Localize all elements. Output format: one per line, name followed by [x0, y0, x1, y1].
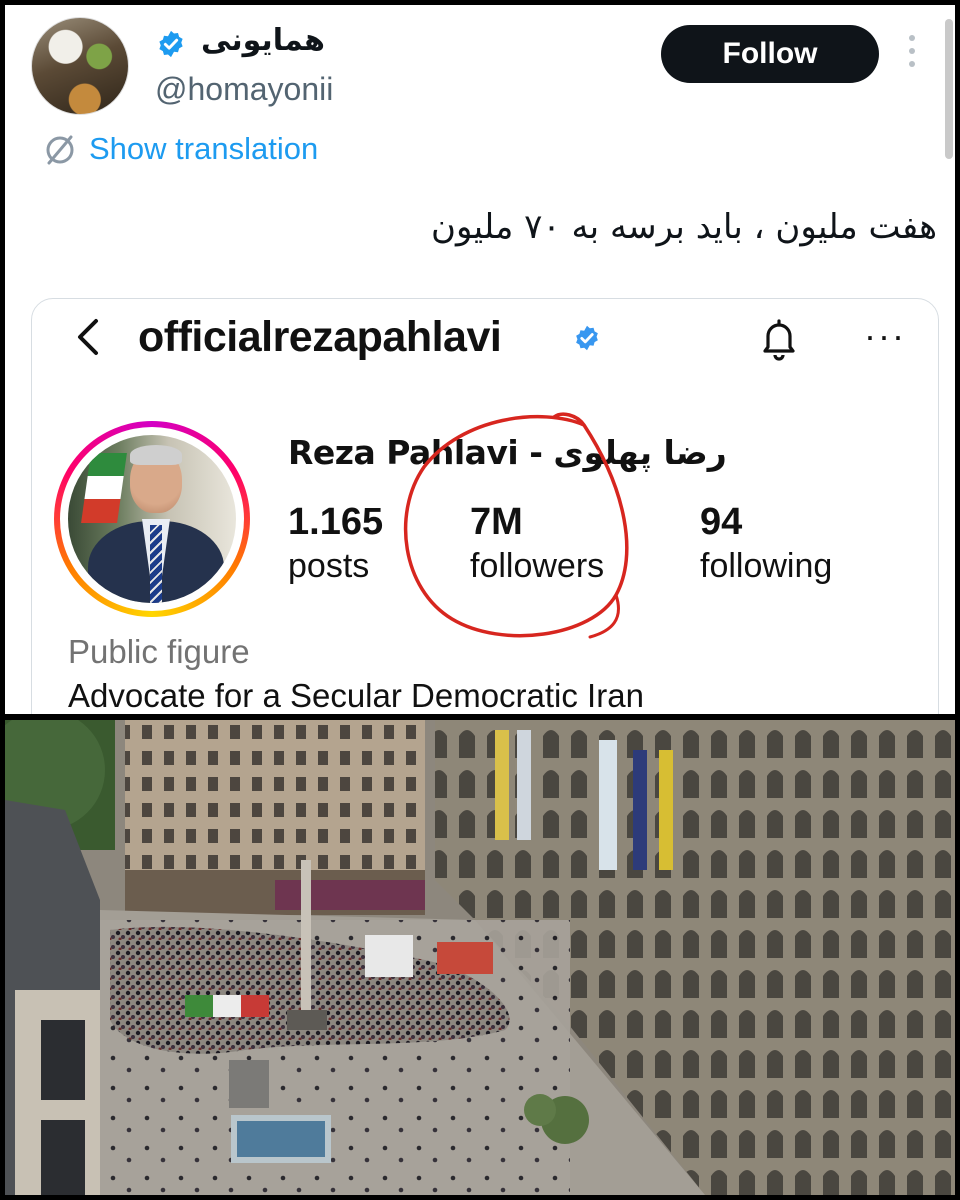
instagram-username: officialrezapahlavi	[138, 313, 502, 361]
instagram-profile-screenshot: officialrezapahlavi ··· Reza Pahlavi - ر…	[31, 298, 939, 714]
avatar[interactable]	[31, 17, 129, 115]
profile-picture-story-ring	[54, 421, 250, 617]
posts-count: 1.165	[288, 501, 384, 543]
user-handle[interactable]: @homayonii	[155, 71, 333, 108]
profile-picture	[68, 435, 236, 603]
aerial-square-photo	[5, 720, 955, 1195]
bell-icon	[763, 319, 795, 361]
more-options-icon[interactable]	[905, 35, 919, 75]
posts-stat: 1.165 posts	[288, 499, 383, 587]
posts-label: posts	[288, 547, 370, 585]
more-icon: ···	[864, 315, 906, 356]
following-stat: 94 following	[700, 499, 832, 587]
tweet-text: هفت ملیون ، باید برسه به ۷۰ ملیون	[431, 207, 937, 247]
translate-icon	[46, 135, 74, 165]
followers-label: followers	[470, 547, 605, 585]
display-name[interactable]: همایونی	[201, 23, 325, 58]
follow-button[interactable]: Follow	[661, 25, 879, 83]
verified-badge-icon	[159, 30, 183, 58]
screenshot-frame: همایونی @homayonii Follow Show translati…	[0, 0, 960, 1200]
following-count: 94	[700, 501, 743, 543]
verified-badge-icon	[576, 325, 598, 351]
city-square-image	[5, 720, 955, 1195]
profile-name: Reza Pahlavi - رضا پهلوی	[288, 433, 727, 472]
show-translation-link[interactable]: Show translation	[89, 131, 318, 167]
followers-stat: 7M followers	[470, 499, 604, 587]
profile-bio: Advocate for a Secular Democratic Iran	[68, 677, 644, 714]
scrollbar[interactable]	[945, 19, 953, 159]
tweet-card: همایونی @homayonii Follow Show translati…	[5, 5, 955, 714]
back-arrow-icon	[78, 319, 98, 355]
following-label: following	[700, 547, 833, 585]
profile-category: Public figure	[68, 633, 250, 670]
followers-count: 7M	[470, 501, 523, 543]
